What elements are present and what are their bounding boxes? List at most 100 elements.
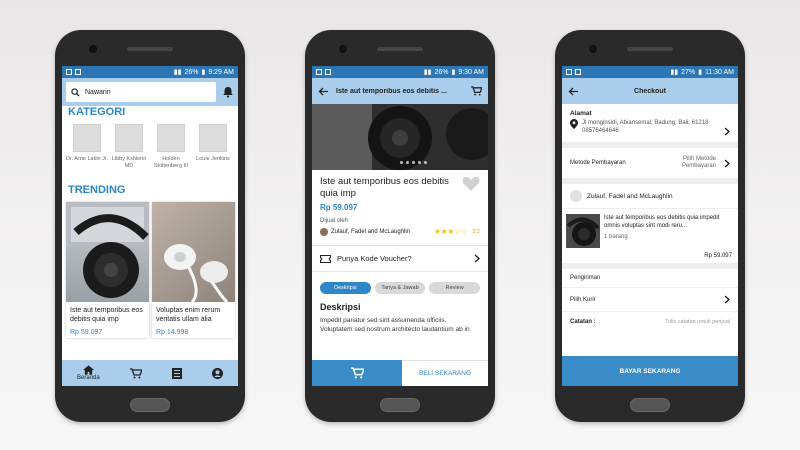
phone-checkout: ▮▮ 27% ▮ 11:30 AM Checkout Alamat Jl mongin…: [555, 30, 745, 422]
profile-icon: [211, 367, 223, 379]
pay-now-button[interactable]: BAYAR SEKARANG: [562, 356, 738, 386]
speaker: [627, 47, 673, 51]
phone-product-detail: ▮▮ 26% ▮ 9:30 AM Iste aut temporibus eos de…: [305, 30, 495, 422]
battery-icon: ▮: [201, 69, 206, 76]
description-text: Impedit pariatur sed sint assumenda offi…: [320, 317, 470, 333]
nav-orders[interactable]: [171, 367, 182, 379]
home-button[interactable]: [630, 398, 670, 412]
battery-text: 26%: [434, 68, 449, 76]
voucher-row[interactable]: Punya Kode Voucher?: [312, 245, 488, 272]
notification-icon: [325, 69, 331, 75]
store-name: Zulauf, Fadel and McLaughlin: [587, 192, 673, 200]
back-arrow-icon[interactable]: [568, 87, 578, 96]
home-icon: [82, 365, 94, 375]
phone-number: 08576464646: [582, 128, 619, 134]
checkout-screen: ▮▮ 27% ▮ 11:30 AM Checkout Alamat Jl mongin…: [562, 66, 738, 386]
address-label: Alamat: [570, 110, 592, 117]
list-icon: [171, 367, 182, 379]
gallery-icon: [316, 69, 322, 75]
category-name: Holden Stoltenberg III: [153, 156, 189, 169]
carousel-dots: [400, 161, 427, 164]
add-to-cart-button[interactable]: [312, 360, 402, 386]
chevron-right-icon: [724, 295, 730, 304]
star-rating: ★★★☆☆: [433, 227, 468, 236]
trending-list: Iste aut temporibus eos debitis quia imp…: [62, 196, 238, 338]
signal-icon: ▮▮: [173, 69, 182, 76]
search-header: Nawarin: [62, 78, 238, 106]
tab-tanya-jawab[interactable]: Tanya & Jawab: [374, 282, 426, 294]
product-price: Rp 59.097: [70, 329, 103, 336]
time-text: 9:29 AM: [208, 68, 234, 76]
battery-text: 27%: [681, 68, 696, 76]
back-arrow-icon[interactable]: [318, 87, 328, 96]
search-input[interactable]: Nawarin: [66, 82, 216, 102]
app-bar: Checkout: [562, 78, 738, 104]
tab-deskripsi[interactable]: Deskripsi: [320, 282, 371, 294]
order-item: Iste aut temporibus eos debitis quia imp…: [562, 209, 738, 253]
detail-tabs: Deskripsi Tanya & Jawab Review: [312, 272, 488, 294]
address-text: Jl monginsidi, Abiansemal, Badung, Bali,…: [582, 120, 709, 126]
time-text: 9:30 AM: [458, 68, 484, 76]
category-name: Dr. Arne Lakin Jr.: [66, 156, 108, 162]
buy-now-button[interactable]: BELI SEKARANG: [402, 360, 488, 386]
chevron-right-icon: [724, 127, 730, 136]
cart-icon[interactable]: [471, 86, 482, 96]
category-item[interactable]: Dr. Arne Lakin Jr.: [66, 124, 108, 170]
address-row[interactable]: Jl monginsidi, Abiansemal, Badung, Bali,…: [562, 119, 738, 136]
home-button[interactable]: [130, 398, 170, 412]
category-thumbnail: [199, 124, 227, 152]
cart-icon: [129, 367, 142, 378]
category-item[interactable]: Holden Stoltenberg III: [150, 124, 192, 170]
product-hero-image[interactable]: [312, 104, 488, 170]
note-input[interactable]: Tulis catatan untuk penjual: [665, 319, 730, 325]
shipping-label: Pengiriman: [562, 263, 738, 288]
speaker: [377, 47, 423, 51]
product-price: Rp 59.097: [320, 203, 358, 212]
camera: [89, 45, 97, 53]
nav-profile[interactable]: [211, 367, 223, 379]
location-pin-icon: [570, 119, 578, 129]
product-image: [152, 202, 235, 302]
item-thumbnail: [566, 214, 600, 248]
phone-home: ▮▮ 26% ▮ 9:29 AM Nawarin KATEGORI Dr. Arne …: [55, 30, 245, 422]
courier-row[interactable]: Pilih Kurir: [562, 288, 738, 312]
home-button[interactable]: [380, 398, 420, 412]
category-thumbnail: [157, 124, 185, 152]
status-bar: ▮▮ 26% ▮ 9:29 AM: [62, 66, 238, 78]
nav-cart[interactable]: [129, 367, 142, 379]
nav-home-label: Beranda: [77, 375, 100, 381]
home-screen: ▮▮ 26% ▮ 9:29 AM Nawarin KATEGORI Dr. Arne …: [62, 66, 238, 386]
product-title: Iste aut temporibus eos debitis quia imp: [320, 176, 449, 199]
rating-value: 3.2: [472, 228, 480, 235]
bottom-nav: Beranda: [62, 360, 238, 386]
nav-home[interactable]: Beranda: [77, 365, 100, 381]
category-list: Dr. Arne Lakin Jr. Libby Kshlerin MD Hol…: [62, 118, 238, 170]
item-quantity: 1 barang: [604, 234, 628, 240]
product-card[interactable]: Iste aut temporibus eos debitis quia imp…: [66, 202, 149, 338]
tab-review[interactable]: Review: [429, 282, 481, 294]
product-image: [66, 202, 149, 302]
kategori-title: KATEGORI: [68, 106, 126, 118]
product-card[interactable]: Voluptas enim rerum veritatis ullam alia…: [152, 202, 235, 338]
courier-label: Pilih Kurir: [570, 296, 596, 303]
signal-icon: ▮▮: [670, 69, 679, 76]
category-item[interactable]: Louie Jenkins: [192, 124, 234, 170]
heart-icon[interactable]: [462, 176, 480, 192]
payment-method-row[interactable]: Metode Pembayaran Pilih Metode Pembayara…: [562, 142, 738, 184]
category-item[interactable]: Libby Kshlerin MD: [108, 124, 150, 170]
bell-icon[interactable]: [222, 86, 234, 98]
signal-icon: ▮▮: [423, 69, 432, 76]
speaker: [127, 47, 173, 51]
trending-title: TRENDING: [68, 184, 126, 196]
notification-icon: [75, 69, 81, 75]
product-title: Iste aut temporibus eos debitis quia imp: [70, 307, 143, 323]
payment-value: Pilih Metode Pembayaran: [681, 156, 716, 169]
gallery-icon: [566, 69, 572, 75]
product-title: Voluptas enim rerum veritatis ullam alia: [156, 307, 221, 323]
seller-row[interactable]: Zulauf, Fadel and McLaughlin ★★★☆☆ 3.2: [312, 224, 488, 239]
battery-icon: ▮: [698, 69, 702, 76]
note-row: Catatan : Tulis catatan untuk penjual: [562, 312, 738, 332]
voucher-label: Punya Kode Voucher?: [337, 254, 412, 263]
appbar-title: Checkout: [634, 87, 666, 95]
action-bar: BELI SEKARANG: [312, 360, 488, 386]
